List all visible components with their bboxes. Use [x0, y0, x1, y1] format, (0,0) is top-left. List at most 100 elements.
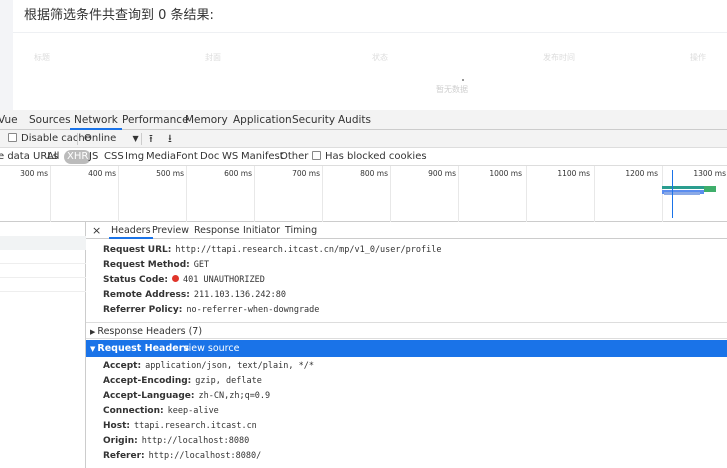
- header-key: Remote Address:: [103, 290, 190, 300]
- tab-network[interactable]: Network: [70, 110, 122, 130]
- timeline-gridline: [186, 166, 187, 222]
- ghost-column-actions: 操作: [690, 53, 706, 62]
- filter-font[interactable]: Font: [176, 148, 198, 166]
- import-har-icon[interactable]: ⭱: [149, 130, 153, 148]
- filter-img[interactable]: Img: [125, 148, 144, 166]
- disable-cache-toggle[interactable]: Disable cache: [8, 130, 91, 148]
- header-value: http://localhost:8080: [141, 436, 250, 446]
- filter-doc[interactable]: Doc: [200, 148, 219, 166]
- tab-memory[interactable]: Memory: [185, 110, 228, 130]
- header-key: Request URL:: [103, 245, 172, 255]
- response-headers-section[interactable]: ▶ Response Headers (7): [86, 322, 727, 339]
- disable-cache-checkbox[interactable]: [8, 133, 17, 142]
- request-list-row[interactable]: [0, 250, 86, 264]
- general-status-code: Status Code: 401 UNAUTHORIZED: [103, 275, 265, 285]
- timeline-tick-label: 500 ms: [156, 169, 184, 178]
- timeline-gridline: [662, 166, 663, 222]
- disable-cache-label: Disable cache: [21, 133, 91, 144]
- filter-ws[interactable]: WS: [222, 148, 238, 166]
- page-content: 根据筛选条件共查询到 0 条结果: 标题 封面 状态 发布时间 操作 暂无数据: [0, 0, 727, 110]
- filter-xhr[interactable]: XHR: [64, 150, 92, 164]
- tab-security[interactable]: Security: [292, 110, 335, 130]
- tab-response[interactable]: Response: [194, 222, 240, 239]
- timeline-gridline: [118, 166, 119, 222]
- tab-performance[interactable]: Performance: [122, 110, 189, 130]
- page-left-strip: [0, 0, 13, 110]
- filter-media[interactable]: Media: [146, 148, 176, 166]
- header-value: 211.103.136.242:80: [193, 290, 286, 300]
- filter-bar: e data URLs All XHR JS CSS Img Media Fon…: [0, 148, 727, 166]
- network-toolbar: Disable cache Online ▼ ⭱ ⭳: [0, 130, 727, 148]
- chevron-down-icon: ▼: [132, 134, 139, 143]
- general-request-url: Request URL: http://ttapi.research.itcast…: [103, 245, 441, 255]
- network-timeline[interactable]: 300 ms 400 ms 500 ms 600 ms 700 ms 800 m…: [0, 166, 727, 222]
- timeline-tick-label: 1100 ms: [557, 169, 590, 178]
- filter-manifest[interactable]: Manifest: [241, 148, 284, 166]
- header-key: Connection:: [103, 406, 164, 416]
- header-key: Accept-Language:: [103, 391, 195, 401]
- tab-audits[interactable]: Audits: [338, 110, 371, 130]
- header-value: http://localhost:8080/: [148, 451, 262, 461]
- header-value: 401 UNAUTHORIZED: [183, 275, 265, 285]
- request-header-row: Origin: http://localhost:8080: [103, 436, 249, 446]
- header-value: application/json, text/plain, */*: [145, 361, 314, 371]
- request-header-row: Referer: http://localhost:8080/: [103, 451, 261, 461]
- tab-timing[interactable]: Timing: [285, 222, 317, 239]
- export-har-icon[interactable]: ⭳: [168, 130, 172, 148]
- timeline-tick-label: 900 ms: [428, 169, 456, 178]
- toolbar-separator: [141, 133, 142, 145]
- view-source-link[interactable]: view source: [183, 340, 239, 357]
- toolbar-separator: [77, 133, 78, 145]
- header-value: ttapi.research.itcast.cn: [133, 421, 257, 431]
- has-blocked-cookies-toggle[interactable]: Has blocked cookies: [312, 148, 427, 166]
- tab-headers[interactable]: Headers: [109, 222, 153, 239]
- request-list-row[interactable]: [0, 264, 86, 278]
- request-header-row: Accept-Encoding: gzip, deflate: [103, 376, 262, 386]
- devtools-tabbar: Vue Sources Network Performance Memory A…: [0, 110, 727, 130]
- tab-sources[interactable]: Sources: [29, 110, 71, 130]
- result-count-text: 根据筛选条件共查询到 0 条结果:: [24, 8, 214, 23]
- timeline-gridline: [322, 166, 323, 222]
- tab-preview[interactable]: Preview: [152, 222, 189, 239]
- header-key: Request Method:: [103, 260, 190, 270]
- status-error-icon: [172, 275, 179, 282]
- filter-css[interactable]: CSS: [104, 148, 124, 166]
- timeline-dom-marker: [672, 170, 673, 218]
- timeline-gridline: [254, 166, 255, 222]
- header-key: Accept:: [103, 361, 142, 371]
- timeline-tick-label: 700 ms: [292, 169, 320, 178]
- empty-table-text: 暂无数据: [436, 85, 468, 94]
- request-list: [0, 222, 86, 468]
- timeline-tick-label: 1200 ms: [625, 169, 658, 178]
- tab-vue[interactable]: Vue: [0, 110, 18, 130]
- request-headers-section[interactable]: ▼ Request Headers view source: [86, 340, 727, 357]
- has-blocked-cookies-label: Has blocked cookies: [325, 151, 427, 162]
- timeline-gridline: [458, 166, 459, 222]
- request-list-row[interactable]: [0, 278, 86, 292]
- general-request-method: Request Method: GET: [103, 260, 209, 270]
- close-icon[interactable]: ×: [92, 222, 101, 239]
- waterfall-bar: [664, 192, 700, 195]
- throttle-value: Online: [84, 133, 117, 144]
- request-header-row: Accept-Language: zh-CN,zh;q=0.9: [103, 391, 270, 401]
- timeline-tick-label: 600 ms: [224, 169, 252, 178]
- tab-initiator[interactable]: Initiator: [243, 222, 280, 239]
- filter-all[interactable]: All: [47, 148, 59, 166]
- request-header-row: Host: ttapi.research.itcast.cn: [103, 421, 257, 431]
- has-blocked-cookies-checkbox[interactable]: [312, 151, 321, 160]
- filter-js[interactable]: JS: [89, 148, 98, 166]
- general-remote-address: Remote Address: 211.103.136.242:80: [103, 290, 286, 300]
- throttle-select[interactable]: Online ▼: [84, 130, 139, 148]
- request-headers-label: Request Headers: [97, 343, 190, 354]
- header-key: Status Code:: [103, 275, 168, 285]
- waterfall-bar: [704, 186, 716, 192]
- timeline-gridline: [50, 166, 51, 222]
- devtools-panel: Vue Sources Network Performance Memory A…: [0, 110, 727, 468]
- header-key: Referrer Policy:: [103, 305, 183, 315]
- request-list-row[interactable]: [0, 236, 86, 250]
- filter-other[interactable]: Other: [280, 148, 308, 166]
- header-key: Host:: [103, 421, 130, 431]
- tab-application[interactable]: Application: [233, 110, 292, 130]
- ghost-column-title: 标题: [34, 53, 50, 62]
- header-key: Referer:: [103, 451, 145, 461]
